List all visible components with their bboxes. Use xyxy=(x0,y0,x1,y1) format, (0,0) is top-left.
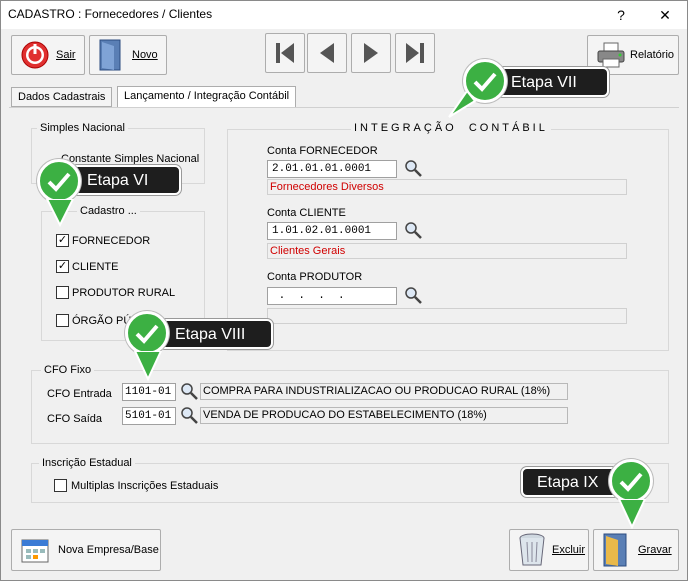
badge-etapa-viii xyxy=(125,311,169,355)
badge-etapa-ix xyxy=(609,459,653,503)
fornecedor-label: FORNECEDOR xyxy=(72,235,151,247)
pointer-etapa-ix xyxy=(617,499,647,529)
cadastro-title: Cadastro ... xyxy=(77,205,140,217)
cfo-entrada-label: CFO Entrada xyxy=(47,388,112,400)
callout-etapa-vii: Etapa VII xyxy=(495,67,609,97)
inscricao-title: Inscrição Estadual xyxy=(39,457,135,469)
cliente-account-input[interactable]: 1.01.02.01.0001 xyxy=(267,222,397,240)
cfo-saida-desc: VENDA DE PRODUCAO DO ESTABELECIMENTO (18… xyxy=(200,407,568,424)
title-bar: CADASTRO : Fornecedores / Clientes ? ✕ xyxy=(1,1,687,29)
door-icon xyxy=(99,39,121,71)
next-record-button[interactable] xyxy=(351,33,391,73)
help-button[interactable]: ? xyxy=(609,5,633,25)
cliente-search-icon[interactable] xyxy=(403,221,423,239)
fornecedor-account-desc: Fornecedores Diversos xyxy=(267,179,627,195)
save-label: Gravar xyxy=(638,544,672,556)
pointer-etapa-vi xyxy=(45,199,75,227)
fornecedor-search-icon[interactable] xyxy=(403,159,423,177)
window-title: CADASTRO : Fornecedores / Clientes xyxy=(8,7,213,21)
last-icon xyxy=(406,43,424,63)
fornecedor-account-input[interactable]: 2.01.01.01.0001 xyxy=(267,160,397,178)
cliente-label: CLIENTE xyxy=(72,261,119,273)
last-record-button[interactable] xyxy=(395,33,435,73)
trash-icon xyxy=(519,533,545,566)
fornecedor-checkbox[interactable]: ✓ xyxy=(56,234,69,247)
checkmark-icon xyxy=(135,324,159,344)
close-button[interactable]: ✕ xyxy=(653,5,677,25)
delete-button[interactable]: Excluir xyxy=(509,529,589,571)
simples-label: Constante Simples Nacional xyxy=(61,153,200,165)
cfo-saida-input[interactable]: 5101-01 xyxy=(122,407,176,425)
produtor-account-desc xyxy=(267,308,627,324)
multiplas-inscricoes-checkbox[interactable] xyxy=(54,479,67,492)
checkmark-icon xyxy=(619,472,643,492)
cliente-account-desc: Clientes Gerais xyxy=(267,243,627,259)
save-button[interactable]: Gravar xyxy=(593,529,679,571)
window: CADASTRO : Fornecedores / Clientes ? ✕ S… xyxy=(0,0,688,581)
previous-icon xyxy=(320,43,334,63)
multiplas-inscricoes-label: Multiplas Inscrições Estaduais xyxy=(71,480,219,492)
simples-title: Simples Nacional xyxy=(37,122,128,134)
cfo-entrada-search-icon[interactable] xyxy=(179,382,199,400)
tab-lancamento-integracao[interactable]: Lançamento / Integração Contábil xyxy=(117,86,297,108)
exit-button[interactable]: Sair xyxy=(11,35,85,75)
cfo-title: CFO Fixo xyxy=(41,364,95,376)
report-label: Relatório xyxy=(630,49,675,61)
first-icon xyxy=(276,43,294,63)
pointer-etapa-viii xyxy=(133,351,163,381)
fornecedor-account-label: Conta FORNECEDOR xyxy=(267,145,378,157)
power-icon xyxy=(21,41,49,69)
orgao-publico-label: ÓRGÃO PÚ xyxy=(72,315,132,327)
cliente-checkbox[interactable]: ✓ xyxy=(56,260,69,273)
first-record-button[interactable] xyxy=(265,33,305,73)
new-label: Novo xyxy=(132,49,158,61)
produtor-account-input[interactable]: . . . . xyxy=(267,287,397,305)
checkmark-icon xyxy=(47,172,71,192)
save-door-icon xyxy=(603,533,627,567)
printer-icon xyxy=(597,42,625,68)
cfo-saida-search-icon[interactable] xyxy=(179,406,199,424)
tab-dados-cadastrais[interactable]: Dados Cadastrais xyxy=(11,87,113,107)
next-icon xyxy=(364,43,378,63)
tab-divider xyxy=(9,107,679,108)
cfo-saida-label: CFO Saída xyxy=(47,413,103,425)
callout-etapa-vi: Etapa VI xyxy=(71,165,181,195)
new-company-label: Nova Empresa/Base xyxy=(58,544,159,556)
exit-label: Sair xyxy=(56,49,76,61)
orgao-publico-checkbox[interactable] xyxy=(56,314,69,327)
integracao-title: INTEGRAÇÃO CONTÁBIL xyxy=(351,122,551,134)
produtor-rural-checkbox[interactable] xyxy=(56,286,69,299)
previous-record-button[interactable] xyxy=(307,33,347,73)
cfo-entrada-input[interactable]: 1101-01 xyxy=(122,383,176,401)
cfo-entrada-desc: COMPRA PARA INDUSTRIALIZACAO OU PRODUCAO… xyxy=(200,383,568,400)
calendar-icon xyxy=(21,539,49,563)
badge-etapa-vi xyxy=(37,159,81,203)
produtor-search-icon[interactable] xyxy=(403,286,423,304)
new-company-button[interactable]: Nova Empresa/Base xyxy=(11,529,161,571)
new-button[interactable]: Novo xyxy=(89,35,167,75)
produtor-rural-label: PRODUTOR RURAL xyxy=(72,287,176,299)
pointer-etapa-vii xyxy=(448,89,477,118)
produtor-account-label: Conta PRODUTOR xyxy=(267,271,363,283)
callout-etapa-viii: Etapa VIII xyxy=(159,319,273,349)
delete-label: Excluir xyxy=(552,544,586,556)
cliente-account-label: Conta CLIENTE xyxy=(267,207,346,219)
